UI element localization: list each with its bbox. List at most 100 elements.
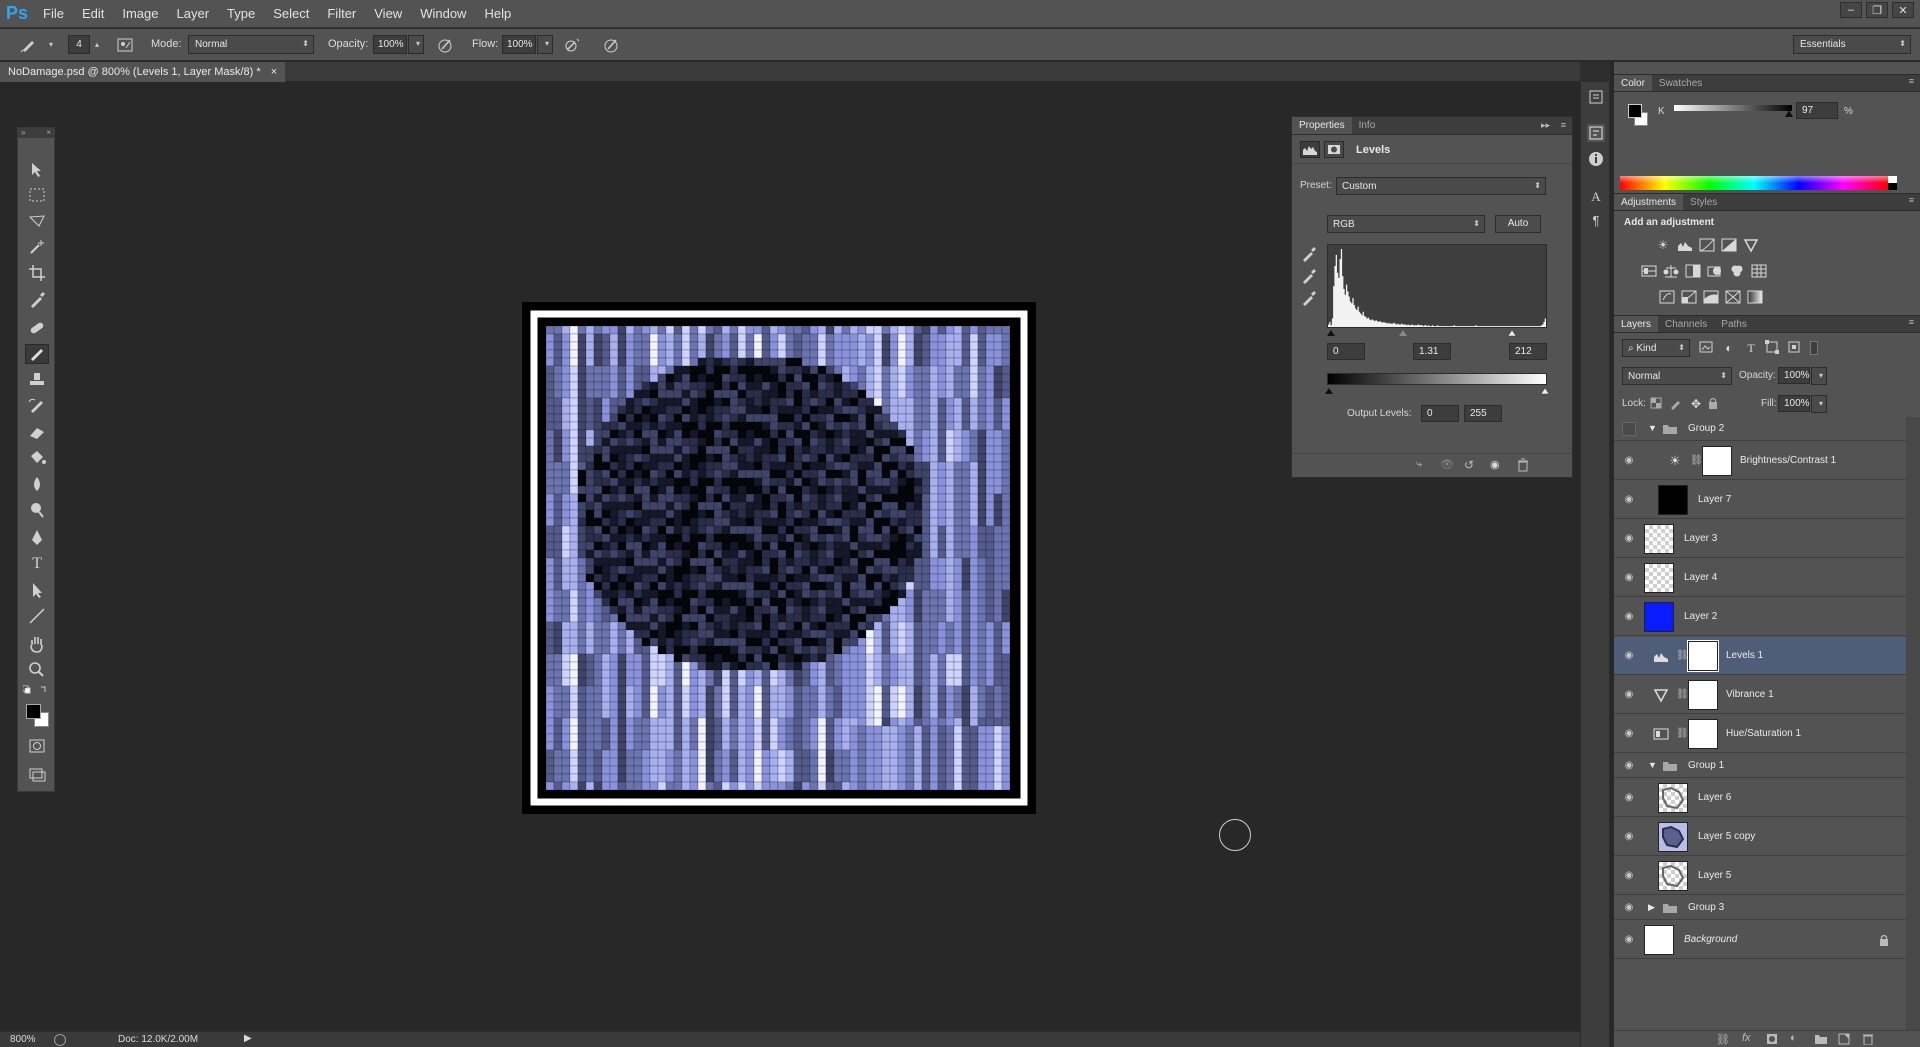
mode-dropdown[interactable]: Normal ⬍ [188,35,314,54]
color-panel-swatches[interactable] [1628,104,1650,130]
menu-help[interactable]: Help [475,0,520,28]
k-slider-thumb[interactable] [1785,110,1793,117]
layer-row[interactable]: ◉ Layer 7 [1614,481,1906,519]
output-white-field[interactable]: 255 [1464,405,1502,422]
lock-transparent-icon[interactable] [1649,396,1667,412]
eyedropper-tool-icon[interactable] [25,289,49,309]
pressure-opacity-icon[interactable] [436,37,454,53]
type-tool-icon[interactable]: T [25,554,49,574]
move-tool-icon[interactable] [25,159,49,179]
input-black-field[interactable]: 0 [1327,343,1365,360]
menu-view[interactable]: View [365,0,411,28]
k-slider-track[interactable] [1674,105,1792,111]
history-panel-icon[interactable] [1587,88,1605,106]
threshold-icon[interactable] [1702,289,1720,305]
menu-layer[interactable]: Layer [168,0,219,28]
brush-tool-icon[interactable] [25,344,49,364]
tab-styles[interactable]: Styles [1683,194,1724,210]
path-selection-tool-icon[interactable] [25,580,49,600]
add-mask-icon[interactable] [1766,1033,1778,1045]
eye-icon[interactable]: ◉ [1622,869,1636,883]
mask-icon[interactable] [1324,141,1344,158]
mask-link-icon[interactable]: ⛓ [1676,728,1689,739]
collapse-icon[interactable]: » [21,128,25,138]
fill-dropdown-button[interactable]: ▾ [1811,395,1827,413]
filter-shape-icon[interactable] [1764,340,1782,356]
output-sliders[interactable] [1325,385,1549,395]
mask-link-icon[interactable]: ⛓ [1676,650,1689,661]
eraser-tool-icon[interactable] [25,422,49,442]
eye-icon[interactable]: ◉ [1622,830,1636,844]
posterize-icon[interactable] [1680,289,1698,305]
brightness-contrast-icon[interactable]: ☀ [1654,237,1672,253]
view-previous-icon[interactable]: 👁 [1440,458,1456,474]
output-black-field[interactable]: 0 [1421,405,1459,422]
close-icon[interactable]: × [46,128,51,138]
collapse-panel-icon[interactable]: ▸▸ [1541,120,1550,131]
document-tab[interactable]: NoDamage.psd @ 800% (Levels 1, Layer Mas… [0,62,286,82]
layer-row[interactable]: ◉ Layer 5 copy [1614,818,1906,856]
workspace-dropdown[interactable]: Essentials ⬍ [1793,35,1911,54]
lock-all-icon[interactable] [1706,396,1724,412]
tab-layers[interactable]: Layers [1614,316,1659,332]
eye-icon[interactable]: ◉ [1622,532,1636,546]
layer-row[interactable]: ◉ ⛓ Levels 1 [1614,637,1906,675]
hue-saturation-icon[interactable] [1652,726,1670,742]
collapse-group-icon[interactable]: ▼ [1648,760,1657,770]
input-white-field[interactable]: 212 [1509,343,1547,360]
layer-opacity-field[interactable]: 100% [1778,367,1810,384]
visibility-icon[interactable]: ◉ [1490,458,1506,474]
menu-select[interactable]: Select [264,0,318,28]
input-gamma-field[interactable]: 1.31 [1413,343,1451,360]
layer-thumbnail[interactable] [1644,925,1674,955]
black-point-eyedropper-icon[interactable] [1300,245,1318,263]
quick-mask-icon[interactable] [25,736,49,756]
character-panel-icon[interactable]: A [1587,188,1605,206]
input-sliders[interactable] [1327,327,1547,337]
close-tab-icon[interactable]: × [271,66,277,78]
eye-icon[interactable]: ◉ [1622,649,1636,663]
new-layer-icon[interactable] [1838,1033,1850,1045]
layer-thumbnail[interactable] [1644,524,1674,554]
layer-thumbnail[interactable] [1644,563,1674,593]
crop-tool-icon[interactable] [25,263,49,283]
eye-icon[interactable]: ◉ [1622,791,1636,805]
levels-icon[interactable] [1652,648,1670,664]
layer-row[interactable]: ◉ Layer 5 [1614,857,1906,895]
eye-icon[interactable]: ◉ [1622,901,1636,915]
layer-mask-thumbnail[interactable] [1702,446,1732,476]
white-point-eyedropper-icon[interactable] [1300,289,1318,307]
color-lookup-icon[interactable] [1750,263,1768,279]
lock-pixels-icon[interactable] [1668,396,1686,412]
status-menu-arrow-icon[interactable]: ▶ [244,1033,252,1044]
menu-filter[interactable]: Filter [318,0,365,28]
photo-filter-icon[interactable] [1706,263,1724,279]
channel-dropdown[interactable]: RGB ⬍ [1327,215,1485,233]
foreground-color-chip[interactable] [1628,104,1642,118]
close-window-button[interactable]: ✕ [1892,2,1914,18]
layer-mask-thumbnail[interactable] [1687,640,1719,672]
auto-button[interactable]: Auto [1495,215,1541,233]
document-canvas[interactable] [522,302,1036,814]
color-spectrum-ramp[interactable] [1620,176,1897,190]
eye-icon[interactable]: ◉ [1622,610,1636,624]
new-adjustment-layer-icon[interactable]: ◐ [1790,1032,1797,1044]
layer-row[interactable]: ◉ ☀ ⛓ Brightness/Contrast 1 [1614,442,1906,480]
eye-icon[interactable]: ◉ [1622,727,1636,741]
layer-row[interactable]: ◉ Layer 2 [1614,598,1906,636]
layer-thumbnail[interactable] [1658,822,1688,852]
layer-style-icon[interactable]: fx [1742,1032,1751,1044]
clip-to-layer-icon[interactable]: ⤷ [1416,458,1432,474]
magic-wand-tool-icon[interactable] [25,237,49,257]
flow-field[interactable]: 100% [502,35,536,54]
layer-row[interactable]: ◉ ⛓ Vibrance 1 [1614,676,1906,714]
panel-menu-icon[interactable]: ≡ [1909,195,1914,205]
white-chip[interactable] [1888,176,1897,183]
minimize-button[interactable]: – [1840,2,1862,18]
lasso-tool-icon[interactable] [25,211,49,231]
opacity-dropdown-button[interactable]: ▾ [408,35,424,54]
history-brush-tool-icon[interactable] [25,396,49,416]
menu-image[interactable]: Image [113,0,167,28]
menu-window[interactable]: Window [411,0,475,28]
filter-smart-object-icon[interactable] [1786,340,1804,356]
